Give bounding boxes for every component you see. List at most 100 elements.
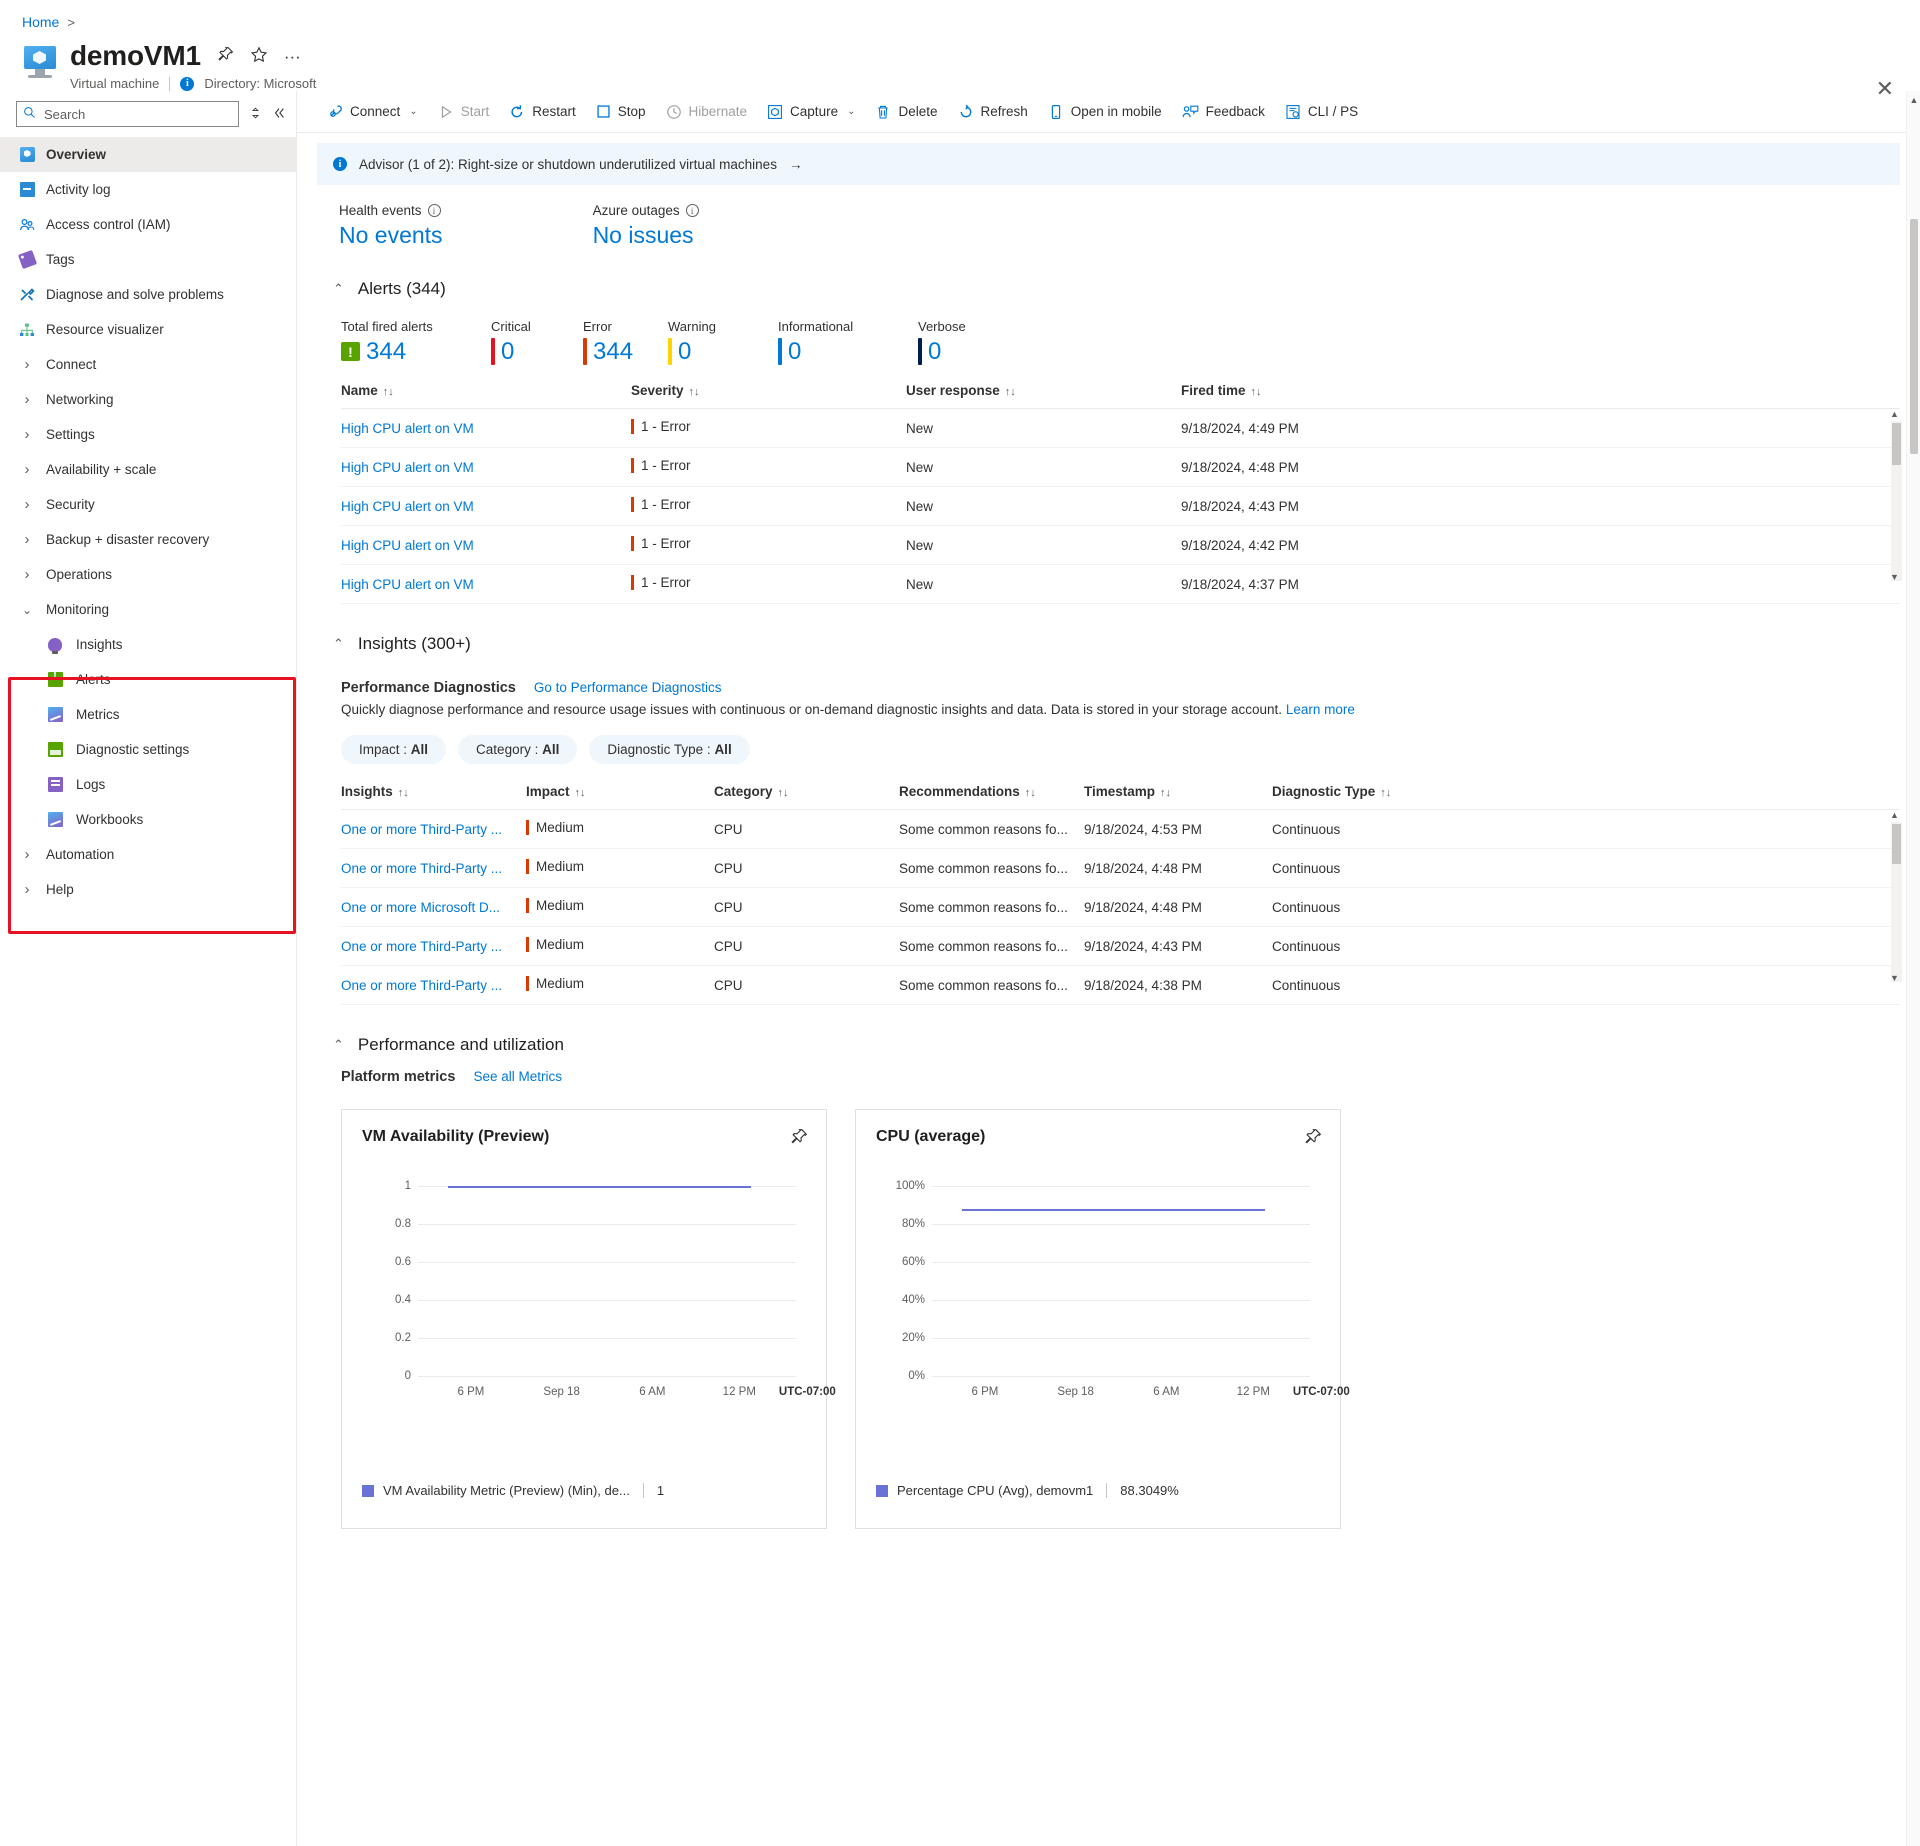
pin-icon[interactable] [1304,1128,1322,1149]
scroll-up-arrow[interactable]: ▲ [1889,810,1900,821]
see-all-metrics-link[interactable]: See all Metrics [473,1069,562,1084]
sidebar-item-diagnostic-settings[interactable]: Diagnostic settings [0,732,296,767]
column-header-impact[interactable]: Impact ↑↓ [526,770,714,810]
insight-name-link[interactable]: One or more Third-Party ... [341,822,502,837]
column-header-timestamp[interactable]: Timestamp ↑↓ [1084,770,1272,810]
sidebar-item-settings[interactable]: › Settings [0,417,296,452]
alert-name-link[interactable]: High CPU alert on VM [341,460,474,475]
blade-scrollbar[interactable]: ▲ ▼ [1906,91,1920,1846]
sort-icon[interactable]: ↑↓ [778,787,789,799]
table-row[interactable]: One or more Microsoft D... Medium CPU Some … [341,887,1900,927]
sort-icon[interactable]: ↑↓ [383,386,394,398]
connect-button[interactable]: Connect ⌄ [317,96,428,128]
insights-scrollbar[interactable] [1891,822,1902,982]
chevron-down-icon[interactable]: ⌄ [409,106,417,117]
table-row[interactable]: High CPU alert on VM 1 - Error New 9/18/202… [341,447,1900,487]
delete-button[interactable]: Delete [865,96,947,128]
sidebar-item-workbooks[interactable]: Workbooks [0,802,296,837]
stat-value[interactable]: 0 [501,338,514,365]
scrollbar-thumb[interactable] [1910,219,1918,454]
breadcrumb-home[interactable]: Home [22,14,59,30]
column-header-name[interactable]: Name ↑↓ [341,369,631,409]
sidebar-item-insights[interactable]: Insights [0,627,296,662]
table-row[interactable]: One or more Third-Party ... Medium CPU Some… [341,848,1900,888]
insight-name-link[interactable]: One or more Microsoft D... [341,900,500,915]
sidebar-item-alerts[interactable]: Alerts [0,662,296,697]
scroll-down-arrow[interactable]: ▼ [1889,572,1900,583]
column-header-fired-time[interactable]: Fired time ↑↓ [1181,369,1900,409]
column-header-user-response[interactable]: User response ↑↓ [906,369,1181,409]
column-header-diagnostic-type[interactable]: Diagnostic Type ↑↓ [1272,770,1900,810]
info-icon[interactable]: i [685,204,699,217]
cli-ps-button[interactable]: CLI / PS [1275,96,1368,128]
insight-name-link[interactable]: One or more Third-Party ... [341,861,502,876]
insights-section-header[interactable]: ⌃ Insights (300+) [317,604,1900,654]
sidebar-item-diagnose-and-solve-problems[interactable]: Diagnose and solve problems [0,277,296,312]
alert-name-link[interactable]: High CPU alert on VM [341,421,474,436]
scroll-up-arrow[interactable]: ▲ [1907,95,1920,105]
ellipsis-icon[interactable]: ··· [284,48,301,65]
alert-name-link[interactable]: High CPU alert on VM [341,499,474,514]
filter-pill-category[interactable]: Category : All [458,735,578,764]
stat-value[interactable]: 344 [366,338,406,365]
filter-pill-diagnostic-type[interactable]: Diagnostic Type : All [589,735,750,764]
chevron-down-icon[interactable]: ⌄ [847,106,855,117]
table-row[interactable]: High CPU alert on VM 1 - Error New 9/18/202… [341,525,1900,565]
sidebar-item-connect[interactable]: › Connect [0,347,296,382]
capture-button[interactable]: Capture ⌄ [757,96,865,128]
sidebar-item-logs[interactable]: Logs [0,767,296,802]
column-header-category[interactable]: Category ↑↓ [714,770,899,810]
table-row[interactable]: One or more Third-Party ... Medium CPU Some… [341,809,1900,849]
insight-name-link[interactable]: One or more Third-Party ... [341,939,502,954]
refresh-button[interactable]: Refresh [948,96,1038,128]
resize-icon[interactable] [249,106,262,123]
sort-icon[interactable]: ↑↓ [1380,787,1391,799]
alert-name-link[interactable]: High CPU alert on VM [341,577,474,592]
star-icon[interactable] [250,46,268,67]
stat-value[interactable]: 0 [928,338,941,365]
sidebar-item-operations[interactable]: › Operations [0,557,296,592]
sort-icon[interactable]: ↑↓ [575,787,586,799]
go-to-performance-diagnostics-link[interactable]: Go to Performance Diagnostics [534,680,722,695]
search-box[interactable] [16,101,239,127]
sort-icon[interactable]: ↑↓ [398,787,409,799]
sort-icon[interactable]: ↑↓ [1160,787,1171,799]
stat-value[interactable]: 0 [678,338,691,365]
sidebar-item-networking[interactable]: › Networking [0,382,296,417]
open-in-mobile-button[interactable]: Open in mobile [1038,96,1172,128]
table-row[interactable]: High CPU alert on VM 1 - Error New 9/18/202… [341,408,1900,448]
stop-button[interactable]: Stop [586,96,656,128]
scroll-up-arrow[interactable]: ▲ [1889,409,1900,420]
collapse-icon[interactable] [272,106,286,123]
sort-icon[interactable]: ↑↓ [1025,787,1036,799]
pin-icon[interactable] [790,1128,808,1149]
column-header-recommendations[interactable]: Recommendations ↑↓ [899,770,1084,810]
learn-more-link[interactable]: Learn more [1286,702,1355,717]
sidebar-item-backup-disaster-recovery[interactable]: › Backup + disaster recovery [0,522,296,557]
sidebar-item-access-control-iam[interactable]: Access control (IAM) [0,207,296,242]
pin-icon[interactable] [217,46,234,66]
sort-icon[interactable]: ↑↓ [689,386,700,398]
sidebar-item-security[interactable]: › Security [0,487,296,522]
filter-pill-impact[interactable]: Impact : All [341,735,447,764]
sidebar-item-monitoring[interactable]: ⌄ Monitoring [0,592,296,627]
sidebar-item-activity-log[interactable]: Activity log [0,172,296,207]
table-row[interactable]: High CPU alert on VM 1 - Error New 9/18/202… [341,486,1900,526]
performance-section-header[interactable]: ⌃ Performance and utilization [317,1005,1900,1055]
sort-icon[interactable]: ↑↓ [1005,386,1016,398]
sidebar-item-automation[interactable]: › Automation [0,837,296,872]
sidebar-item-resource-visualizer[interactable]: Resource visualizer [0,312,296,347]
alert-name-link[interactable]: High CPU alert on VM [341,538,474,553]
sidebar-item-metrics[interactable]: Metrics [0,697,296,732]
advisor-banner[interactable]: i Advisor (1 of 2): Right-size or shutdo… [317,143,1900,185]
sort-icon[interactable]: ↑↓ [1251,386,1262,398]
column-header-insights[interactable]: Insights ↑↓ [341,770,526,810]
column-header-severity[interactable]: Severity ↑↓ [631,369,906,409]
stat-value[interactable]: 344 [593,338,633,365]
alerts-scrollbar[interactable] [1891,421,1902,581]
search-input[interactable] [42,105,232,123]
restart-button[interactable]: Restart [499,96,586,128]
info-icon[interactable]: i [427,204,441,217]
table-row[interactable]: One or more Third-Party ... Medium CPU Some… [341,965,1900,1005]
sidebar-item-help[interactable]: › Help [0,872,296,907]
